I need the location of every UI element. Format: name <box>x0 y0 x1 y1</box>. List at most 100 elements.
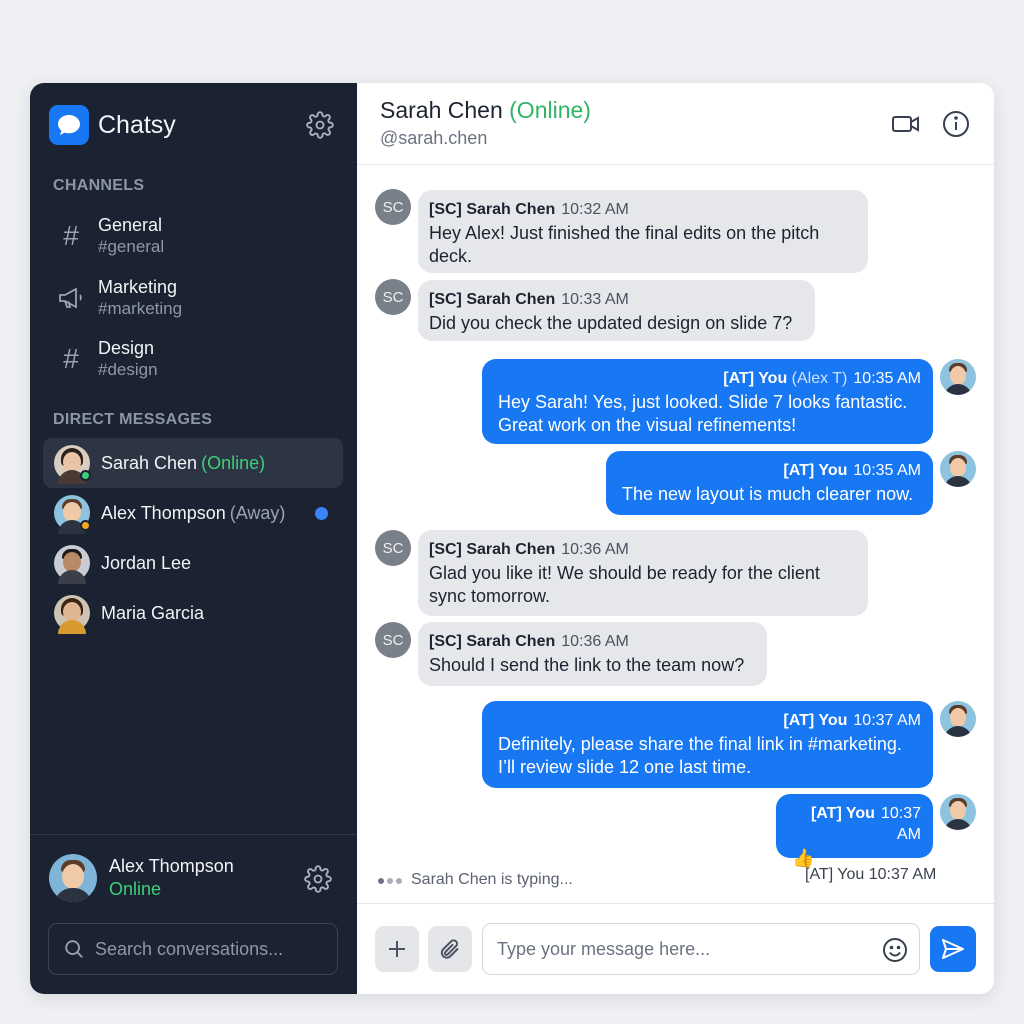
channel-name: General <box>98 215 163 235</box>
message-input[interactable] <box>497 938 867 960</box>
dm-jordan-lee[interactable]: Jordan Lee <box>43 538 343 588</box>
dm-status: (Online) <box>201 452 266 473</box>
conversation-panel: Sarah Chen (Online) @sarah.chen SC [SC] … <box>357 83 994 994</box>
avatar <box>54 595 90 634</box>
message-sender: [AT] You <box>723 370 788 387</box>
message-time: 10:36 AM <box>561 541 629 558</box>
message-sender: [SC] Sarah Chen <box>429 201 556 218</box>
message-sender: [AT] You <box>783 712 848 729</box>
dm-sarah-chen[interactable]: Sarah Chen (Online) <box>43 438 343 488</box>
message-text: Did you check the updated design on slid… <box>429 313 793 333</box>
typing-indicator: Sarah Chen is typing... <box>378 871 573 889</box>
dm-name: Alex Thompson <box>101 502 226 523</box>
channels-section-title: CHANNELS <box>53 177 145 194</box>
attach-button[interactable] <box>428 926 472 972</box>
message-bubble-outgoing: [AT] You 10:37 AM 👍 <box>776 794 933 868</box>
message-text: I’ll review slide 12 one last time. <box>498 757 752 777</box>
message-text: Hey Sarah! Yes, just looked. Slide 7 loo… <box>498 392 908 412</box>
channel-name: Marketing <box>98 277 178 297</box>
direct-messages-section-title: DIRECT MESSAGES <box>53 411 213 428</box>
channel-marketing[interactable]: Marketing #marketing <box>53 272 343 324</box>
message-time: 10:36 AM <box>561 633 629 650</box>
current-user-status: Online <box>109 879 162 899</box>
message-text: sync tomorrow. <box>429 586 551 606</box>
brand: Chatsy <box>49 105 176 145</box>
message-bubble-incoming: [SC] Sarah Chen 10:36 AM Should I send th… <box>418 622 767 686</box>
app-name: Chatsy <box>98 110 176 139</box>
channel-handle: #general <box>98 237 165 256</box>
sidebar-divider <box>30 834 357 835</box>
message-text: deck. <box>429 246 473 266</box>
channel-handle: #design <box>98 360 158 379</box>
avatar <box>54 545 90 584</box>
message-bubble-outgoing: [AT] You (Alex T) 10:35 AM Hey Sarah! Yes… <box>482 359 933 444</box>
dm-name: Sarah Chen <box>101 452 198 473</box>
channel-handle: #marketing <box>98 299 183 318</box>
dm-name: Maria Garcia <box>101 602 205 623</box>
current-user-name: Alex Thompson <box>109 856 234 876</box>
avatar <box>940 701 976 737</box>
message-bubble-outgoing: [AT] You 10:37 AM Definitely, please shar… <box>482 701 933 788</box>
user-settings-gear-icon[interactable] <box>304 865 332 893</box>
contact-status: (Online) <box>509 97 591 123</box>
message-time: 10:32 AM <box>561 201 629 218</box>
plus-icon <box>389 941 405 957</box>
dm-name: Jordan Lee <box>101 552 192 573</box>
message-bubble-incoming: [SC] Sarah Chen 10:33 AM Did you check th… <box>418 280 815 341</box>
message-time: 10:33 AM <box>561 291 629 308</box>
avatar <box>940 794 976 830</box>
away-status-dot <box>80 520 91 531</box>
channel-design[interactable]: # Design #design <box>53 333 343 385</box>
chat-bubble-logo-icon <box>49 105 89 145</box>
dm-status: (Away) <box>229 502 286 523</box>
avatar <box>54 495 91 534</box>
message-sender: [AT] You <box>783 462 848 479</box>
hash-icon: # <box>63 343 79 374</box>
conversation-header: Sarah Chen (Online) @sarah.chen <box>357 83 994 165</box>
channel-general[interactable]: # General #general <box>53 210 343 262</box>
message-time: 10:35 AM <box>853 462 921 479</box>
settings-gear-icon[interactable] <box>306 111 334 139</box>
search-input[interactable] <box>95 938 325 960</box>
send-icon <box>942 939 964 959</box>
message-text: Glad you like it! We should be ready for… <box>429 563 820 583</box>
message-text: Great work on the visual refinements! <box>498 415 797 435</box>
sidebar: Chatsy CHANNELS # General #general Marke… <box>30 83 357 994</box>
composer-divider <box>357 903 994 904</box>
avatar <box>49 854 97 902</box>
message-time: 10:37 AM <box>880 805 921 843</box>
avatar: SC <box>375 279 411 315</box>
hash-icon: # <box>63 220 79 251</box>
avatar: SC <box>375 189 411 225</box>
avatar <box>940 451 976 487</box>
dm-alex-thompson[interactable]: Alex Thompson (Away) <box>43 488 343 538</box>
send-button[interactable] <box>930 926 976 972</box>
emoji-smile-icon[interactable] <box>881 936 909 964</box>
video-call-icon[interactable] <box>891 109 921 139</box>
message-time: 10:37 AM <box>853 712 921 729</box>
message-text: Hey Alex! Just finished the final edits … <box>429 223 820 243</box>
avatar: SC <box>375 622 411 658</box>
online-status-dot <box>80 470 91 481</box>
chat-app-window: Chatsy CHANNELS # General #general Marke… <box>30 83 994 994</box>
message-bubble-incoming: [SC] Sarah Chen 10:36 AM Glad you like it… <box>418 530 868 616</box>
avatar: SC <box>375 530 411 566</box>
message-bubble-incoming: [SC] Sarah Chen 10:32 AM Hey Alex! Just f… <box>418 190 868 273</box>
message-sender: [SC] Sarah Chen <box>429 541 556 558</box>
message-sender-extra: (Alex T) <box>791 370 848 387</box>
last-message-meta: [AT] You 10:37 AM <box>805 866 937 883</box>
message-input-box <box>482 923 920 975</box>
conversation-title: Sarah Chen (Online) <box>380 97 591 124</box>
add-button[interactable] <box>375 926 419 972</box>
paperclip-icon <box>440 939 459 959</box>
channel-name: Design <box>98 338 155 358</box>
dm-maria-garcia[interactable]: Maria Garcia <box>43 588 343 638</box>
search-icon <box>65 940 83 958</box>
contact-handle: @sarah.chen <box>380 128 488 148</box>
typing-text: Sarah Chen is typing... <box>411 871 573 888</box>
megaphone-icon <box>53 280 89 316</box>
search-box <box>48 923 338 975</box>
info-icon[interactable] <box>941 109 971 139</box>
avatar <box>54 445 91 484</box>
message-time: 10:35 AM <box>853 370 921 387</box>
